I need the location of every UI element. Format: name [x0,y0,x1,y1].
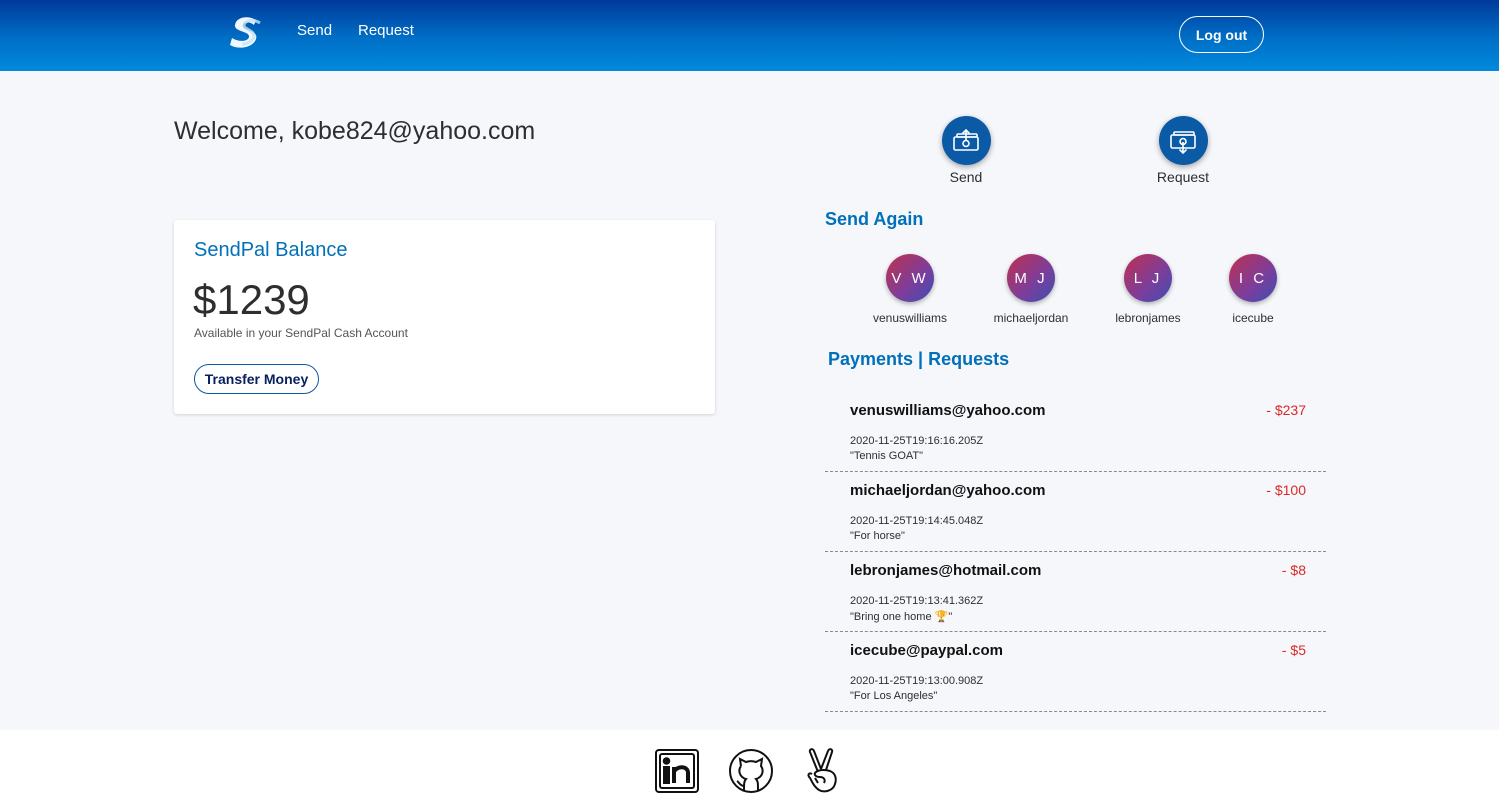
transaction-date: 2020-11-25T19:13:41.362Z [850,595,984,607]
contact-item[interactable]: V W venuswilliams [860,254,960,325]
angellist-icon[interactable] [800,748,846,794]
contact-name: icecube [1232,311,1274,325]
contact-name: venuswilliams [872,311,948,325]
request-action-label: Request [1156,169,1210,185]
transaction-note: "Tennis GOAT" [850,450,924,462]
contact-item[interactable]: I C icecube [1203,254,1303,325]
linkedin-icon[interactable] [654,748,700,794]
transaction-amount: - $100 [1266,482,1306,498]
transaction-date: 2020-11-25T19:14:45.048Z [850,515,984,527]
nav-request-link[interactable]: Request [358,22,414,39]
transaction-note: "For horse" [850,530,905,542]
avatar[interactable]: I C [1229,254,1277,302]
transaction-note: "For Los Angeles" [850,690,938,702]
logout-button[interactable]: Log out [1179,16,1264,53]
nav-send-link[interactable]: Send [297,22,332,39]
transaction-email: lebronjames@hotmail.com [850,562,1042,579]
request-money-icon[interactable] [1158,116,1208,165]
transfer-money-button[interactable]: Transfer Money [194,364,319,394]
request-action[interactable]: Request [1133,116,1233,185]
send-money-icon[interactable] [941,116,991,165]
avatar[interactable]: L J [1124,254,1172,302]
contact-name: lebronjames [1115,311,1181,325]
transaction-date: 2020-11-25T19:13:00.908Z [850,675,984,687]
transaction-email: michaeljordan@yahoo.com [850,482,1046,499]
welcome-heading: Welcome, kobe824@yahoo.com [174,117,536,145]
contact-name: michaeljordan [993,311,1069,325]
github-icon[interactable] [728,748,774,794]
transaction-row[interactable]: michaeljordan@yahoo.com - $100 2020-11-2… [825,472,1326,552]
transaction-email: icecube@paypal.com [850,642,1004,659]
transaction-row[interactable]: venuswilliams@yahoo.com - $237 2020-11-2… [825,392,1326,472]
transaction-date: 2020-11-25T19:16:16.205Z [850,435,984,447]
avatar[interactable]: V W [886,254,934,302]
send-action-label: Send [949,169,983,185]
transaction-row[interactable]: lebronjames@hotmail.com - $8 2020-11-25T… [825,552,1326,632]
send-action[interactable]: Send [916,116,1016,185]
avatar[interactable]: M J [1007,254,1055,302]
sendpal-logo-icon[interactable] [226,14,266,50]
transaction-amount: - $8 [1281,562,1306,578]
balance-amount: $1239 [193,276,310,323]
top-nav-bar: Send Request Log out [0,0,1499,71]
transaction-note: "Bring one home 🏆" [850,611,953,623]
transaction-amount: - $237 [1266,402,1306,418]
footer [0,730,1499,812]
send-again-title: Send Again [825,209,924,229]
transaction-email: venuswilliams@yahoo.com [850,402,1046,419]
balance-subtitle: Available in your SendPal Cash Account [194,326,408,340]
contact-item[interactable]: M J michaeljordan [981,254,1081,325]
transactions-list: venuswilliams@yahoo.com - $237 2020-11-2… [825,392,1326,712]
transaction-row[interactable]: icecube@paypal.com - $5 2020-11-25T19:13… [825,632,1326,712]
contact-item[interactable]: L J lebronjames [1098,254,1198,325]
balance-card-title: SendPal Balance [194,239,348,261]
payments-requests-title[interactable]: Payments | Requests [828,349,1009,370]
balance-card: SendPal Balance $1239 Available in your … [174,220,715,414]
transaction-amount: - $5 [1281,642,1306,658]
